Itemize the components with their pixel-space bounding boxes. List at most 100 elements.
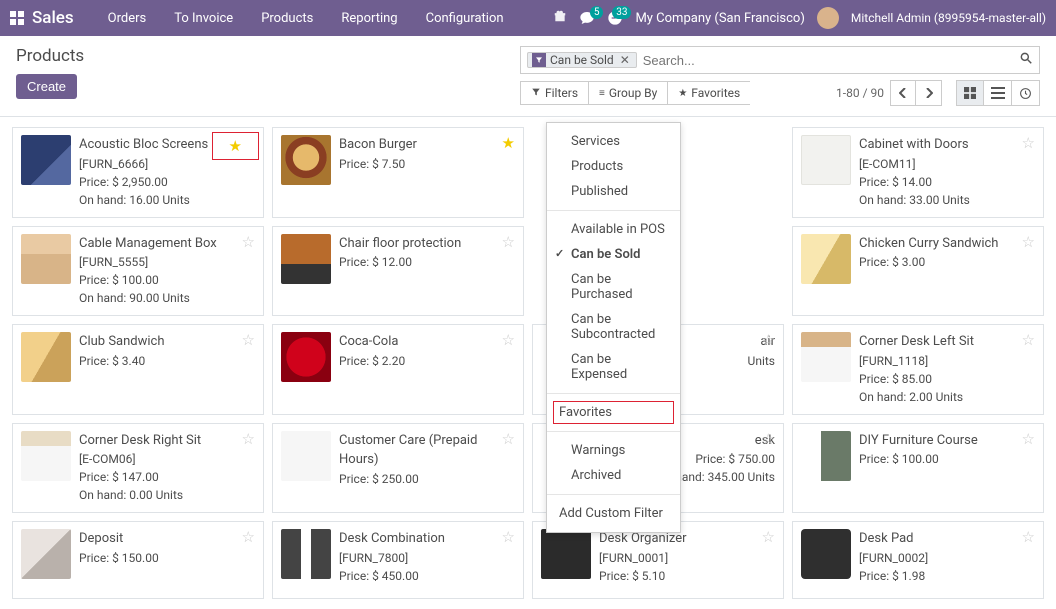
filter-can-be-purchased[interactable]: Can be Purchased bbox=[547, 267, 680, 307]
product-card[interactable]: Cabinet with Doors[E-COM11]Price: $ 14.0… bbox=[792, 127, 1044, 218]
product-card[interactable]: Chicken Curry SandwichPrice: $ 3.00☆ bbox=[792, 226, 1044, 317]
product-card[interactable]: DepositPrice: $ 150.00☆ bbox=[12, 521, 264, 599]
product-card[interactable]: Desk Pad[FURN_0002]Price: $ 1.98☆ bbox=[792, 521, 1044, 599]
star-icon[interactable]: ☆ bbox=[1022, 134, 1035, 152]
filter-favorites[interactable]: Favorites bbox=[547, 400, 680, 425]
product-card[interactable]: Corner Desk Right Sit[E-COM06]Price: $ 1… bbox=[12, 423, 264, 514]
star-icon[interactable]: ☆ bbox=[1022, 331, 1035, 349]
pager-prev[interactable] bbox=[890, 80, 916, 106]
activity-icon[interactable]: 33 bbox=[607, 10, 623, 26]
filter-can-be-sold[interactable]: Can be Sold bbox=[547, 242, 680, 267]
search-icon[interactable] bbox=[1019, 51, 1033, 69]
chip-remove-icon[interactable]: ✕ bbox=[618, 53, 632, 67]
view-activity[interactable] bbox=[1012, 80, 1040, 106]
view-list[interactable] bbox=[984, 80, 1012, 106]
messaging-icon[interactable]: 5 bbox=[579, 10, 595, 26]
product-name: DIY Furniture Course bbox=[859, 431, 1035, 451]
star-icon[interactable]: ☆ bbox=[762, 331, 775, 349]
star-icon[interactable]: ☆ bbox=[762, 430, 775, 448]
filter-can-be-subcontracted[interactable]: Can be Subcontracted bbox=[547, 307, 680, 347]
product-card[interactable]: Coca-ColaPrice: $ 2.20 ☆ bbox=[272, 324, 524, 415]
funnel-icon bbox=[532, 53, 546, 67]
chip-label: Can be Sold bbox=[550, 53, 614, 67]
star-icon[interactable]: ☆ bbox=[242, 528, 255, 546]
star-icon[interactable]: ☆ bbox=[502, 528, 515, 546]
toolbar: Filters ≡ Group By ★ Favorites 1-80 / 90 bbox=[520, 80, 1040, 106]
star-icon[interactable]: ☆ bbox=[762, 528, 775, 546]
groupby-button[interactable]: ≡ Group By bbox=[588, 81, 667, 105]
product-onhand: On hand: 16.00 Units bbox=[79, 191, 255, 209]
star-icon[interactable]: ☆ bbox=[242, 430, 255, 448]
star-icon[interactable]: ☆ bbox=[1022, 233, 1035, 251]
product-card[interactable]: Desk Combination[FURN_7800]Price: $ 450.… bbox=[272, 521, 524, 599]
product-name: Desk Pad bbox=[859, 529, 1035, 549]
product-image bbox=[21, 135, 71, 185]
product-image bbox=[541, 529, 591, 579]
nav-right: 5 33 My Company (San Francisco) Mitchell… bbox=[553, 7, 1046, 29]
product-card[interactable]: Corner Desk Left Sit[FURN_1118]Price: $ … bbox=[792, 324, 1044, 415]
search-filter-chip[interactable]: Can be Sold ✕ bbox=[527, 52, 637, 68]
search-box[interactable]: Can be Sold ✕ bbox=[520, 46, 1040, 74]
product-card[interactable]: Club SandwichPrice: $ 3.40☆ bbox=[12, 324, 264, 415]
pager-text[interactable]: 1-80 / 90 bbox=[836, 86, 884, 100]
product-code: [FURN_0001] bbox=[599, 549, 775, 567]
filter-services[interactable]: Services bbox=[547, 129, 680, 154]
product-card[interactable]: Chair floor protectionPrice: $ 12.00☆ bbox=[272, 226, 524, 317]
menu-to-invoice[interactable]: To Invoice bbox=[160, 0, 247, 36]
product-price: Price: $ 150.00 bbox=[79, 549, 255, 567]
product-price: Price: $ 450.00 bbox=[339, 567, 515, 585]
product-name: Customer Care (Prepaid Hours) bbox=[339, 431, 515, 470]
star-icon[interactable]: ☆ bbox=[1022, 528, 1035, 546]
user-menu[interactable]: Mitchell Admin (8995954-master-all) bbox=[851, 11, 1046, 25]
chevron-right-icon bbox=[925, 88, 933, 98]
filters-button[interactable]: Filters bbox=[520, 81, 588, 105]
star-icon[interactable]: ★ bbox=[229, 137, 242, 155]
filter-favorites-label: Favorites bbox=[559, 405, 612, 420]
product-card[interactable]: DIY Furniture CoursePrice: $ 100.00☆ bbox=[792, 423, 1044, 514]
favorites-button[interactable]: ★ Favorites bbox=[667, 81, 750, 105]
star-icon[interactable]: ★ bbox=[502, 134, 515, 152]
star-icon[interactable]: ☆ bbox=[242, 331, 255, 349]
product-image bbox=[801, 234, 851, 284]
create-button[interactable]: Create bbox=[16, 74, 77, 99]
star-icon[interactable]: ☆ bbox=[502, 430, 515, 448]
view-kanban[interactable] bbox=[956, 80, 984, 106]
filter-products[interactable]: Products bbox=[547, 154, 680, 179]
star-icon[interactable]: ☆ bbox=[242, 233, 255, 251]
product-card[interactable]: Customer Care (Prepaid Hours)Price: $ 25… bbox=[272, 423, 524, 514]
add-custom-filter[interactable]: Add Custom Filter bbox=[547, 501, 680, 526]
menu-orders[interactable]: Orders bbox=[94, 0, 161, 36]
kanban-grid: Acoustic Bloc Screens[FURN_6666]Price: $… bbox=[0, 117, 1056, 609]
product-image bbox=[281, 529, 331, 579]
product-name: Chair floor protection bbox=[339, 234, 515, 254]
gift-icon[interactable] bbox=[553, 9, 567, 27]
product-name: Coca-Cola bbox=[339, 332, 515, 352]
menu-reporting[interactable]: Reporting bbox=[327, 0, 411, 36]
menu-products[interactable]: Products bbox=[247, 0, 327, 36]
apps-icon[interactable] bbox=[10, 11, 24, 25]
kanban-icon bbox=[964, 87, 976, 99]
filter-available-pos[interactable]: Available in POS bbox=[547, 217, 680, 242]
avatar[interactable] bbox=[817, 7, 839, 29]
product-card[interactable]: Cable Management Box[FURN_5555]Price: $ … bbox=[12, 226, 264, 317]
star-icon[interactable]: ☆ bbox=[1022, 430, 1035, 448]
product-price: Price: $ 2.20 bbox=[339, 352, 515, 370]
menu-configuration[interactable]: Configuration bbox=[412, 0, 518, 36]
search-input[interactable] bbox=[637, 53, 1019, 68]
filter-published[interactable]: Published bbox=[547, 179, 680, 204]
product-image bbox=[21, 529, 71, 579]
company-switcher[interactable]: My Company (San Francisco) bbox=[635, 11, 804, 26]
app-brand[interactable]: Sales bbox=[32, 8, 74, 28]
filter-can-be-expensed[interactable]: Can be Expensed bbox=[547, 347, 680, 387]
product-image bbox=[21, 431, 71, 481]
star-icon[interactable]: ☆ bbox=[502, 233, 515, 251]
pager-next[interactable] bbox=[916, 80, 942, 106]
product-card[interactable]: Acoustic Bloc Screens[FURN_6666]Price: $… bbox=[12, 127, 264, 218]
product-onhand: On hand: 90.00 Units bbox=[79, 289, 255, 307]
filter-warnings[interactable]: Warnings bbox=[547, 438, 680, 463]
product-image bbox=[281, 135, 331, 185]
star-icon[interactable]: ☆ bbox=[502, 331, 515, 349]
product-card[interactable]: Bacon BurgerPrice: $ 7.50★ bbox=[272, 127, 524, 218]
filter-archived[interactable]: Archived bbox=[547, 463, 680, 488]
control-bar: Products Create Can be Sold ✕ Filters bbox=[0, 36, 1056, 106]
